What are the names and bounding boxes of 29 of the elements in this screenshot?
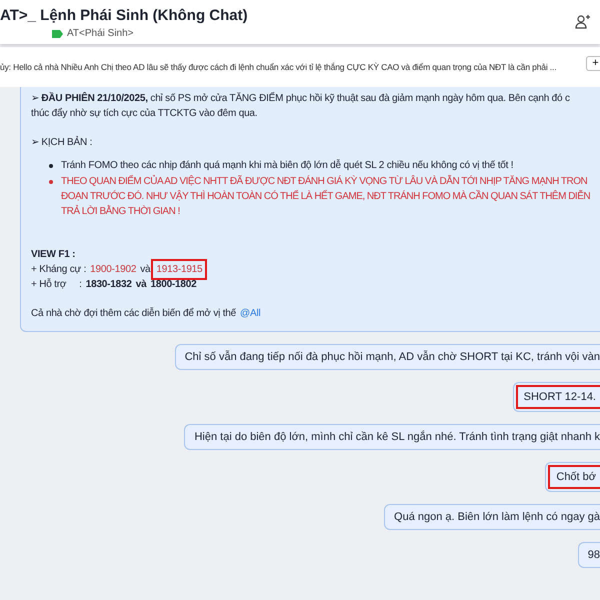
message-bubble: 98 xyxy=(578,542,600,568)
message-text: SHORT 12-14. xyxy=(516,385,600,409)
pinned-message[interactable]: ủy: Hello cả nhà Nhiều Anh Chị theo AD lâu sẽ thấy được cách đi lệnh chuẩn xác với tỉ lệ thắng CỰC KỲ CAO và điểm quan trọng của NĐT là cần phải ... xyxy=(0,62,556,72)
mention-link[interactable]: @All xyxy=(240,306,260,321)
message-bubble: Quá ngon ạ. Biên lớn làm lệnh có ngay gà xyxy=(384,504,600,530)
members-icon[interactable] xyxy=(575,14,591,30)
joiner-text: và xyxy=(136,278,146,292)
level-value: 1800-1802 xyxy=(150,278,197,292)
section-title: ➢ KỊCH BẢN : xyxy=(31,135,94,150)
tag-icon xyxy=(52,30,63,38)
message-bubble: Hiện tại do biên độ lớn, mình chỉ cần kê SL ngắn nhé. Tránh tình trạng giật nhanh k xyxy=(184,424,600,450)
level-value: 1900-1902 xyxy=(90,263,136,277)
group-tag: AT<Phái Sinh> xyxy=(67,28,134,39)
bullet-icon xyxy=(49,164,53,168)
joiner-text: và xyxy=(140,263,150,277)
message-text: ➢ ĐẦU PHIÊN 21/10/2025, chỉ số PS mở cửa TĂNG ĐIỂM phục hồi kỹ thuật sau đà giảm mạnh ngày hôm qua. Bên cạnh đó c thúc đẩy nhờ sự tích cực của TTCKTG vào đêm qua. xyxy=(31,91,571,121)
bullet-text: Tránh FOMO theo các nhịp đánh quá mạnh khi mà biên độ lớn dễ quét SL 2 chiều nếu không có vị thế tốt ! xyxy=(61,158,514,173)
level-value: 1830-1832 xyxy=(86,278,132,292)
message-text: Chốt bớ xyxy=(548,465,600,489)
level-label: + Hỗ trợ : xyxy=(31,277,82,292)
bullet-text: THEO QUAN ĐIỂM CỦA AD VIỆC NHTT ĐÃ ĐƯỢC NĐT ĐÁNH GIÁ KỲ VỌNG TỪ LÂU VÀ DẪN TỚI NHỊP TĂNG MẠNH TRON ĐOẠN TRƯỚC ĐÓ. NHƯ VẬY THÌ HOÀN TOÀN CÓ THỂ LÀ HẾT GAME, NĐT TRÁNH FOMO MÀ CẦN QUAN SÁT THÊM DIỄN TRẢ LỜI BẰNG THỜI GIAN ! xyxy=(61,174,590,219)
message-bubble: Chỉ số vẫn đang tiếp nối đà phục hồi mạnh, AD vẫn chờ SHORT tại KC, tránh vội vàn xyxy=(174,344,600,370)
chat-title: AT>_ Lệnh Phái Sinh (Không Chat) xyxy=(0,7,248,24)
closing-text: Cả nhà chờ đợi thêm các diễn biến để mở vị thế xyxy=(31,306,236,321)
level-value: 1913-1915 xyxy=(154,262,204,277)
bullet-icon xyxy=(49,180,53,184)
add-button[interactable]: + xyxy=(586,56,600,70)
level-label: + Kháng cự : xyxy=(31,263,86,277)
section-title: VIEW F1 : xyxy=(31,248,76,262)
